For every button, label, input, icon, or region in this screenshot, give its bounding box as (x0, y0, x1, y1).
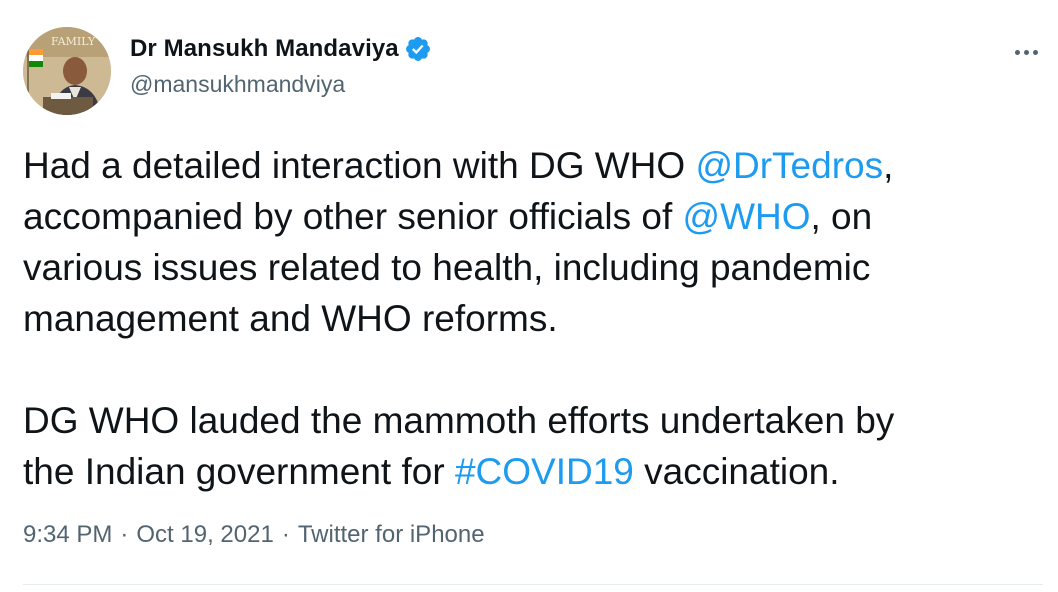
meta-separator: · (281, 521, 290, 548)
mention-drtedros[interactable]: @DrTedros (695, 145, 883, 186)
display-name[interactable]: Dr Mansukh Mandaviya (130, 35, 399, 63)
tweet-text: Had a detailed interaction with DG WHO @… (23, 140, 1033, 497)
tweet-paragraph-2: DG WHO lauded the mammoth efforts undert… (23, 395, 1033, 497)
tweet-text-segment: vaccination. (633, 451, 840, 492)
divider (23, 584, 1043, 585)
tweet-paragraph-1: Had a detailed interaction with DG WHO @… (23, 140, 1033, 344)
more-dot (1023, 49, 1029, 55)
author-names: Dr Mansukh Mandaviya @mansukhmandviya (130, 33, 432, 98)
tweet-meta: 9:34 PM · Oct 19, 2021 · Twitter for iPh… (23, 521, 485, 549)
avatar[interactable]: FAMILY (23, 27, 111, 115)
hashtag-covid19[interactable]: #COVID19 (455, 451, 634, 492)
tweet-date[interactable]: Oct 19, 2021 (136, 521, 273, 549)
profile-photo: FAMILY (23, 27, 111, 115)
author-handle[interactable]: @mansukhmandviya (130, 71, 432, 98)
more-dot (1032, 49, 1038, 55)
meta-separator: · (120, 521, 129, 548)
display-name-row: Dr Mansukh Mandaviya (130, 33, 432, 65)
avatar-text: FAMILY (51, 35, 96, 48)
tweet-header: FAMILY Dr Mansukh Mandaviya @mansukhmand… (23, 27, 1043, 115)
verified-badge-icon (404, 35, 432, 63)
tweet-source[interactable]: Twitter for iPhone (298, 521, 485, 549)
more-dot (1014, 49, 1020, 55)
more-options-icon[interactable] (1009, 37, 1043, 67)
tweet-text-segment: Had a detailed interaction with DG WHO (23, 145, 696, 186)
mention-who[interactable]: @WHO (683, 196, 811, 237)
tweet-time[interactable]: 9:34 PM (23, 521, 112, 549)
